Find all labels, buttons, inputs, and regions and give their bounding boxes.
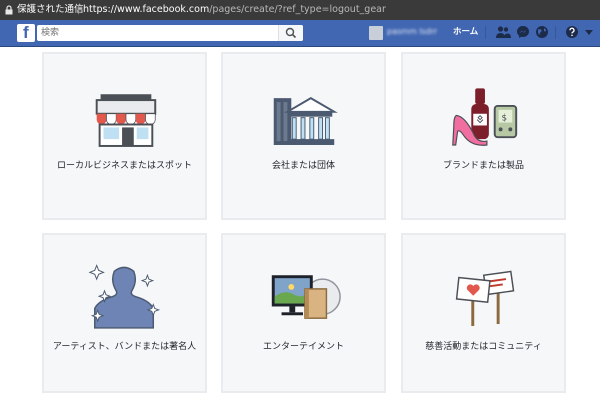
category-card-company[interactable]: 会社または団体: [221, 52, 386, 220]
divider: [485, 26, 486, 39]
search-box: [37, 25, 303, 41]
friend-requests-icon[interactable]: [495, 25, 511, 39]
products-icon: $: [452, 88, 518, 146]
messenger-icon[interactable]: [516, 25, 530, 39]
category-card-community[interactable]: 慈善活動またはコミュニティ: [401, 233, 566, 393]
url-host: https://www.facebook.com: [83, 4, 210, 15]
category-card-brand[interactable]: $ ブランドまたは製品: [401, 52, 566, 220]
browser-address-bar[interactable]: 保護された通信 | https://www.facebook.com/pages…: [0, 0, 600, 20]
notifications-globe-icon[interactable]: [535, 25, 549, 39]
secure-label: 保護された通信: [17, 4, 84, 15]
address-separator: |: [77, 4, 81, 15]
url-text[interactable]: https://www.facebook.com/pages/create/?r…: [83, 0, 386, 20]
home-link[interactable]: ホーム: [453, 24, 478, 40]
url-path: /pages/create/?ref_type=logout_gear: [209, 4, 386, 15]
help-icon[interactable]: [565, 25, 579, 39]
category-card-entertainment[interactable]: エンターテイメント: [221, 233, 386, 393]
divider: [555, 26, 556, 39]
category-label: エンターテイメント: [262, 342, 344, 352]
search-icon: [285, 27, 297, 39]
category-label: 会社または団体: [271, 161, 335, 171]
category-label: ローカルビジネスまたはスポット: [56, 161, 192, 171]
search-input[interactable]: [37, 25, 281, 41]
lock-icon: [5, 5, 13, 15]
chevron-down-icon[interactable]: [585, 30, 593, 36]
avatar[interactable]: [369, 26, 383, 40]
entertainment-icon: [271, 275, 341, 319]
svg-text:$: $: [502, 114, 508, 124]
facebook-logo[interactable]: f: [17, 23, 35, 42]
storefront-icon: [95, 94, 157, 147]
category-label: ブランドまたは製品: [442, 161, 524, 171]
celebrity-icon: [88, 264, 161, 329]
category-card-artist[interactable]: アーティスト、バンドまたは著名人: [42, 233, 207, 393]
category-label: アーティスト、バンドまたは著名人: [52, 342, 197, 352]
facebook-logo-letter: f: [23, 23, 29, 42]
office-building-icon: [273, 97, 338, 145]
category-card-local-business[interactable]: ローカルビジネスまたはスポット: [42, 52, 207, 220]
search-button[interactable]: [278, 25, 303, 41]
community-signs-icon: [455, 270, 515, 326]
category-label: 慈善活動またはコミュニティ: [425, 342, 542, 352]
username-link[interactable]: pasmm lsdrr: [387, 25, 445, 39]
